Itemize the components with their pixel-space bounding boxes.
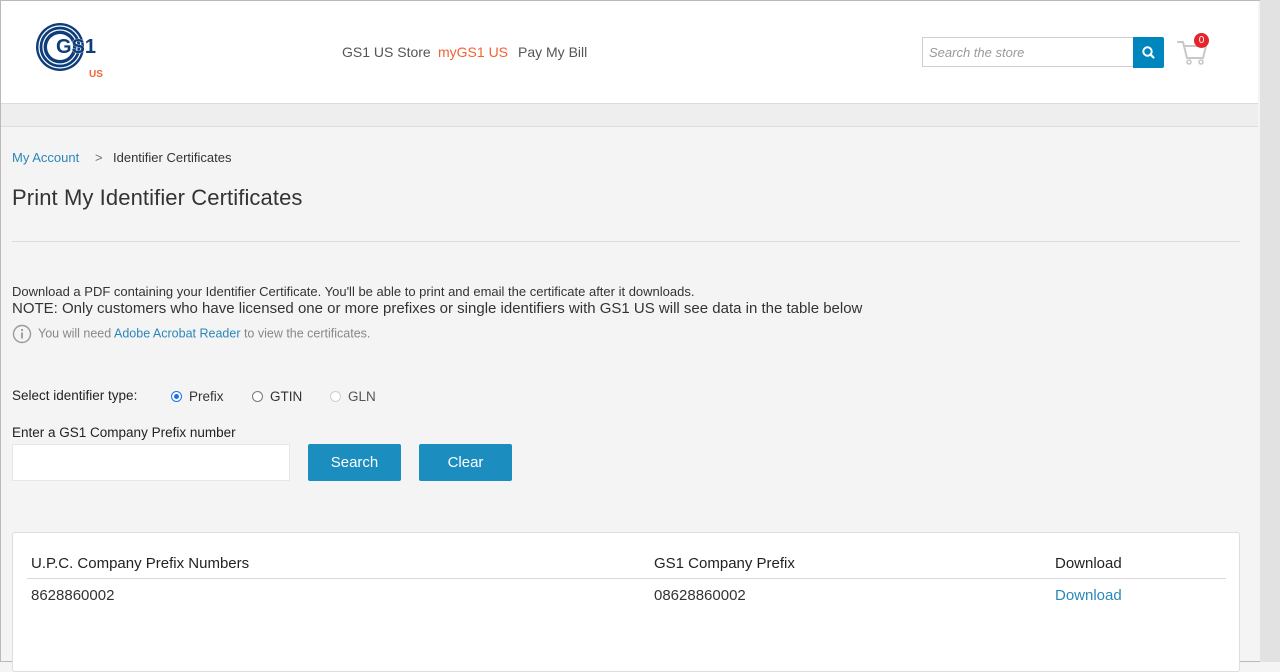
page-note: NOTE: Only customers who have licensed o… bbox=[12, 300, 863, 317]
radio-prefix[interactable]: Prefix bbox=[171, 389, 224, 404]
radio-gln-indicator bbox=[330, 391, 341, 402]
breadcrumb: My Account bbox=[12, 150, 79, 165]
logo-text: GS1 bbox=[56, 36, 96, 58]
cell-gs1-prefix: 08628860002 bbox=[654, 587, 746, 604]
header-upc-prefix: U.P.C. Company Prefix Numbers bbox=[31, 555, 250, 572]
info-icon bbox=[12, 324, 32, 344]
acrobat-info: You will need Adobe Acrobat Reader to vi… bbox=[12, 324, 370, 344]
radio-prefix-label: Prefix bbox=[189, 389, 224, 404]
cart-count-badge: 0 bbox=[1194, 33, 1209, 48]
clear-button[interactable]: Clear bbox=[419, 444, 512, 481]
store-search bbox=[922, 37, 1135, 67]
radio-gln-label: GLN bbox=[348, 389, 376, 404]
breadcrumb-current: Identifier Certificates bbox=[113, 150, 232, 165]
nav-mygs1-us[interactable]: myGS1 US bbox=[438, 44, 508, 60]
header-download: Download bbox=[1055, 555, 1122, 572]
radio-gtin-indicator bbox=[252, 391, 263, 402]
prefix-input-label: Enter a GS1 Company Prefix number bbox=[12, 425, 236, 440]
download-link[interactable]: Download bbox=[1055, 587, 1122, 604]
nav-pay-my-bill[interactable]: Pay My Bill bbox=[518, 44, 587, 60]
prefix-input-box bbox=[12, 444, 295, 481]
nav-gs1-us-store[interactable]: GS1 US Store bbox=[342, 44, 431, 60]
header-gs1-prefix: GS1 Company Prefix bbox=[654, 555, 795, 572]
gs1-us-logo[interactable]: GS1 US bbox=[32, 22, 112, 82]
prefix-input[interactable] bbox=[13, 445, 295, 480]
cell-download: Download bbox=[1055, 587, 1122, 604]
adobe-reader-link[interactable]: Adobe Acrobat Reader bbox=[114, 326, 240, 340]
radio-gtin-label: GTIN bbox=[270, 389, 303, 404]
radio-gtin[interactable]: GTIN bbox=[252, 389, 302, 404]
radio-gln[interactable]: GLN bbox=[330, 389, 376, 404]
identifier-type-label: Select identifier type: bbox=[12, 388, 138, 403]
breadcrumb-separator: > bbox=[95, 150, 103, 165]
logo-sub-text: US bbox=[89, 69, 103, 80]
search-icon bbox=[1142, 46, 1155, 59]
store-search-input[interactable] bbox=[923, 38, 1135, 66]
search-submit-button[interactable]: Search bbox=[308, 444, 401, 481]
info-text-suffix: to view the certificates. bbox=[240, 326, 371, 341]
page-description: Download a PDF containing your Identifie… bbox=[12, 284, 695, 299]
page-title: Print My Identifier Certificates bbox=[12, 185, 303, 210]
header-subbar bbox=[1, 104, 1258, 127]
scrollbar-track[interactable] bbox=[1260, 0, 1280, 662]
table-header-divider bbox=[27, 578, 1226, 579]
search-button[interactable] bbox=[1133, 37, 1164, 68]
info-text-prefix: You will need bbox=[38, 326, 114, 341]
title-divider bbox=[12, 241, 1240, 242]
radio-prefix-indicator bbox=[171, 391, 182, 402]
cell-upc-prefix: 8628860002 bbox=[31, 587, 115, 604]
breadcrumb-my-account[interactable]: My Account bbox=[12, 150, 79, 165]
